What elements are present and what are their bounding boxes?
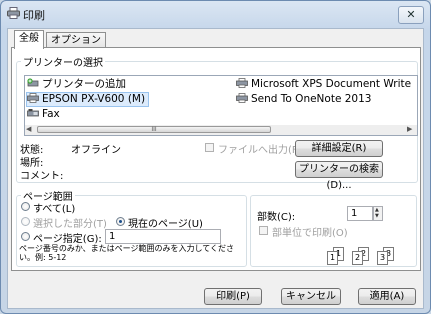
scroll-right-icon[interactable]: ▶ bbox=[407, 126, 415, 133]
collate-page: 2 bbox=[352, 251, 363, 265]
title-bar: 印刷 ✕ bbox=[1, 1, 430, 27]
print-to-file-label: ファイルへ出力(F) bbox=[218, 145, 302, 156]
scroll-thumb[interactable]: III bbox=[37, 126, 271, 133]
tab-options-label: オプション bbox=[51, 35, 101, 46]
copies-spinner[interactable]: ▲ ▼ bbox=[373, 206, 383, 221]
printer-icon bbox=[236, 78, 248, 88]
comment-label: コメント: bbox=[20, 171, 64, 182]
window-title: 印刷 bbox=[23, 9, 45, 22]
collate-page: 3 bbox=[377, 251, 388, 265]
printer-icon bbox=[7, 7, 20, 19]
scroll-left-icon[interactable]: ◀ bbox=[26, 126, 34, 133]
apply-button[interactable]: 適用(A) bbox=[358, 288, 416, 305]
printer-select-group: プリンターの選択 プリンターの追加 Microsoft XPS Document… bbox=[16, 54, 418, 191]
copies-label: 部数(C): bbox=[257, 212, 296, 223]
print-button-label: 印刷(P) bbox=[216, 291, 250, 302]
general-tab-panel: プリンターの選択 プリンターの追加 Microsoft XPS Document… bbox=[11, 47, 421, 271]
printer-list[interactable]: プリンターの追加 Microsoft XPS Document Write EP… bbox=[24, 75, 418, 127]
page-range-pages-radio[interactable] bbox=[21, 232, 30, 241]
close-button[interactable]: ✕ bbox=[398, 6, 424, 24]
status-value: オフライン bbox=[71, 145, 121, 156]
page-range-pages-label: ページ指定(G): bbox=[33, 234, 102, 245]
tab-general-label: 全般 bbox=[19, 33, 39, 44]
preferences-button[interactable]: 詳細設定(R) bbox=[295, 140, 383, 157]
print-dialog: 印刷 ✕ 全般 オプション プリンターの選択 プリンターの追加 Microsof… bbox=[0, 0, 431, 314]
printer-list-scrollbar[interactable]: ◀ III ▶ bbox=[24, 125, 418, 136]
printer-item-label: Fax bbox=[42, 108, 60, 120]
page-range-all-label: すべて(L) bbox=[33, 204, 76, 215]
print-to-file-checkbox[interactable] bbox=[205, 143, 214, 152]
dialog-body: 全般 オプション プリンターの選択 プリンターの追加 Microsoft XPS… bbox=[7, 28, 424, 309]
find-printer-button-label: プリンターの検索(D)... bbox=[299, 164, 379, 191]
collate-label: 部単位で印刷(O) bbox=[272, 228, 348, 239]
printer-select-group-title: プリンターの選択 bbox=[21, 54, 105, 69]
printer-item-onenote[interactable]: Send To OneNote 2013 bbox=[236, 93, 371, 106]
printer-item-add[interactable]: プリンターの追加 bbox=[27, 78, 126, 91]
pages-input[interactable]: 1 bbox=[105, 229, 221, 244]
page-range-current-radio[interactable] bbox=[116, 217, 125, 226]
collate-checkbox[interactable] bbox=[259, 226, 268, 235]
printer-icon bbox=[236, 93, 248, 103]
page-range-selection-radio[interactable] bbox=[21, 217, 30, 226]
page-range-selection-label: 選択した部分(T) bbox=[33, 219, 107, 230]
page-range-hint: ページ番号のみか、またはページ範囲のみを入力してください。例: 5-12 bbox=[19, 244, 235, 262]
cancel-button-label: キャンセル bbox=[286, 291, 336, 302]
page-range-current-label: 現在のページ(U) bbox=[128, 219, 203, 230]
cancel-button[interactable]: キャンセル bbox=[281, 288, 341, 305]
page-range-group: ページ範囲 すべて(L) 選択した部分(T) 現在のページ(U) ページ指定(G… bbox=[16, 188, 247, 267]
print-button[interactable]: 印刷(P) bbox=[204, 288, 262, 305]
find-printer-button[interactable]: プリンターの検索(D)... bbox=[295, 161, 383, 191]
preferences-button-label: 詳細設定(R) bbox=[311, 143, 367, 154]
scroll-thumb-grip: III bbox=[151, 126, 157, 133]
printer-item-fax[interactable]: Fax bbox=[27, 108, 60, 121]
collate-page: 1 bbox=[327, 251, 338, 265]
printer-item-epson[interactable]: EPSON PX-V600 (M) bbox=[25, 92, 150, 107]
apply-button-label: 適用(A) bbox=[369, 291, 405, 302]
printer-item-label: Microsoft XPS Document Write bbox=[251, 78, 412, 90]
copies-input[interactable]: 1 bbox=[347, 206, 373, 221]
tab-general[interactable]: 全般 bbox=[14, 30, 44, 49]
copies-group: 部数(C): 1 ▲ ▼ 部単位で印刷(O) 1 1 2 2 3 3 bbox=[250, 195, 417, 267]
collate-illustration: 1 1 2 2 3 3 bbox=[327, 243, 407, 265]
page-range-all-radio[interactable] bbox=[21, 202, 30, 211]
printer-item-label: Send To OneNote 2013 bbox=[251, 93, 372, 105]
fax-icon bbox=[27, 109, 39, 117]
add-printer-icon bbox=[27, 78, 39, 87]
printer-icon bbox=[27, 93, 39, 103]
printer-item-xps[interactable]: Microsoft XPS Document Write bbox=[236, 78, 411, 91]
printer-item-label: プリンターの追加 bbox=[42, 78, 126, 90]
printer-item-label: EPSON PX-V600 (M) bbox=[42, 93, 146, 105]
close-icon: ✕ bbox=[406, 8, 416, 21]
spin-down-icon[interactable]: ▼ bbox=[375, 213, 379, 219]
